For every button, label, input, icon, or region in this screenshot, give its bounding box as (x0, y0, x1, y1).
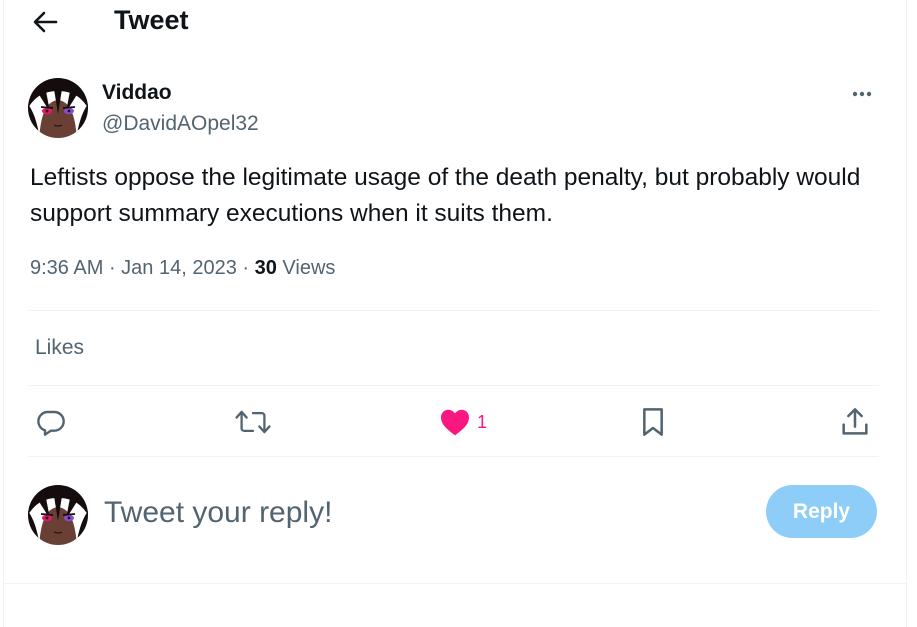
author-name[interactable]: Viddao (102, 81, 172, 105)
current-user-avatar[interactable] (28, 485, 88, 545)
likes-link[interactable]: Likes (35, 336, 84, 360)
reply-input[interactable] (104, 490, 734, 536)
like-action[interactable]: 1 (439, 404, 487, 440)
divider (28, 385, 879, 386)
reply-button[interactable]: Reply (766, 485, 877, 538)
more-horizontal-icon (852, 91, 872, 97)
retweet-action[interactable] (234, 404, 272, 440)
reply-action[interactable] (35, 404, 67, 440)
author-avatar[interactable] (28, 78, 88, 138)
tweet-meta: 9:36 AM · Jan 14, 2023 · 30 Views (30, 257, 335, 280)
meta-separator: · (103, 257, 122, 279)
avatar-image (28, 485, 88, 545)
tweet-page: Tweet Viddao @DavidAOpel32 Leftists oppo… (3, 0, 907, 627)
heart-icon (441, 409, 469, 436)
divider (28, 456, 879, 457)
tweet-text: Leftists oppose the legitimate usage of … (30, 164, 861, 227)
views-label: Views (282, 257, 336, 279)
divider (4, 583, 906, 584)
comment-icon (37, 410, 65, 436)
divider (28, 310, 879, 311)
arrow-left-icon (33, 11, 58, 33)
retweet-icon (235, 410, 271, 434)
page-title: Tweet (114, 5, 189, 35)
views-count: 30 (254, 257, 277, 279)
meta-separator: · (236, 257, 255, 279)
like-count: 1 (477, 411, 488, 432)
page-header: Tweet (4, 0, 906, 46)
tweet-time[interactable]: 9:36 AM (30, 257, 103, 279)
bookmark-icon (643, 408, 663, 436)
tweet-date[interactable]: Jan 14, 2023 (121, 257, 237, 279)
author-handle[interactable]: @DavidAOpel32 (102, 112, 259, 136)
share-action[interactable] (839, 404, 871, 440)
share-icon (842, 408, 868, 435)
bookmark-action[interactable] (639, 404, 667, 440)
more-options-button[interactable] (847, 82, 877, 106)
back-button[interactable] (30, 8, 60, 36)
avatar-image (28, 78, 88, 138)
